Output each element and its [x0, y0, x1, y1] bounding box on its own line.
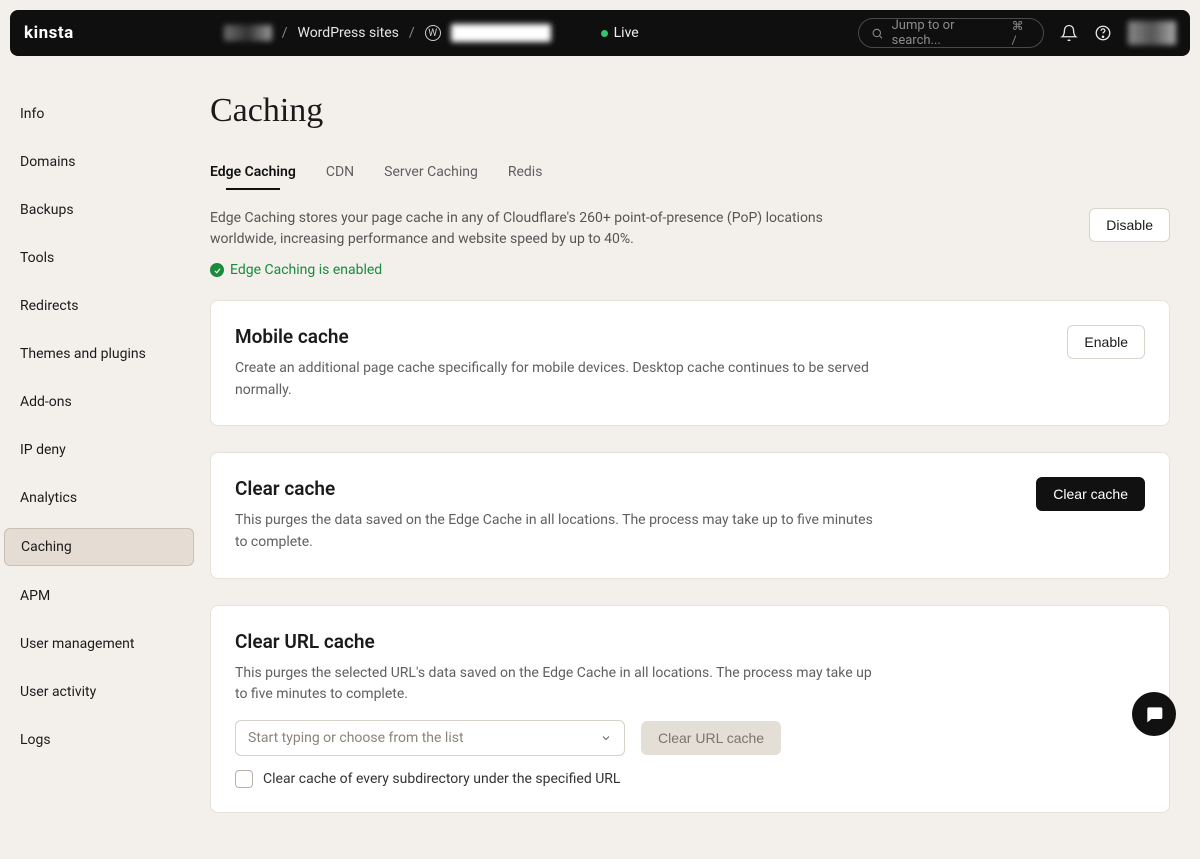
status-dot-icon	[601, 30, 608, 37]
clear-cache-button[interactable]: Clear cache	[1036, 477, 1145, 511]
check-circle-icon	[210, 263, 224, 277]
clear-url-cache-card: Clear URL cache This purges the selected…	[210, 605, 1170, 813]
sidebar-item-ip-deny[interactable]: IP deny	[4, 432, 194, 468]
mobile-cache-description: Create an additional page cache specific…	[235, 358, 875, 401]
tab-label: Redis	[508, 164, 543, 180]
subdirectory-checkbox-label: Clear cache of every subdirectory under …	[263, 771, 620, 787]
sidebar-item-label: Logs	[20, 732, 51, 748]
url-combobox-placeholder: Start typing or choose from the list	[248, 730, 464, 746]
sidebar-item-user-activity[interactable]: User activity	[4, 674, 194, 710]
chevron-down-icon	[600, 732, 612, 744]
sidebar-item-domains[interactable]: Domains	[4, 144, 194, 180]
environment-badge[interactable]: Live	[601, 25, 639, 41]
tab-label: Edge Caching	[210, 164, 296, 180]
sidebar-item-tools[interactable]: Tools	[4, 240, 194, 276]
sidebar-item-addons[interactable]: Add-ons	[4, 384, 194, 420]
wordpress-icon: W	[425, 25, 441, 41]
clear-url-cache-title: Clear URL cache	[235, 630, 1145, 653]
tab-label: CDN	[326, 164, 354, 180]
sidebar-item-label: User activity	[20, 684, 96, 700]
edge-caching-description: Edge Caching stores your page cache in a…	[210, 208, 850, 250]
main-content: Caching Edge Caching CDN Server Caching …	[198, 62, 1180, 859]
caching-tabs: Edge Caching CDN Server Caching Redis	[210, 160, 1170, 190]
breadcrumb-sites[interactable]: WordPress sites	[297, 25, 398, 41]
sidebar-item-label: Domains	[20, 154, 75, 170]
mobile-cache-card: Mobile cache Create an additional page c…	[210, 300, 1170, 426]
sidebar-item-label: IP deny	[20, 442, 66, 458]
tab-redis[interactable]: Redis	[508, 160, 543, 190]
clear-url-cache-description: This purges the selected URL's data save…	[235, 663, 875, 706]
tab-server-caching[interactable]: Server Caching	[384, 160, 478, 190]
topbar: kinsta / WordPress sites / W Live Jump t…	[10, 10, 1190, 56]
sidebar-item-backups[interactable]: Backups	[4, 192, 194, 228]
clear-url-cache-button[interactable]: Clear URL cache	[641, 721, 781, 755]
disable-edge-caching-button[interactable]: Disable	[1089, 208, 1170, 242]
breadcrumb-site-name[interactable]	[451, 24, 551, 42]
sidebar-item-label: User management	[20, 636, 134, 652]
help-icon	[1094, 24, 1112, 42]
sidebar-item-label: Analytics	[20, 490, 77, 506]
sidebar-item-label: Caching	[21, 539, 72, 555]
sidebar-item-themes-plugins[interactable]: Themes and plugins	[4, 336, 194, 372]
chat-launcher[interactable]	[1132, 692, 1176, 736]
sidebar-item-redirects[interactable]: Redirects	[4, 288, 194, 324]
clear-cache-title: Clear cache	[235, 477, 875, 500]
help-button[interactable]	[1094, 24, 1112, 42]
tab-edge-caching[interactable]: Edge Caching	[210, 160, 296, 190]
notifications-button[interactable]	[1060, 24, 1078, 42]
sidebar-item-apm[interactable]: APM	[4, 578, 194, 614]
search-icon	[871, 27, 884, 40]
sidebar-item-label: Themes and plugins	[20, 346, 146, 362]
search-shortcut: ⌘ /	[1012, 19, 1031, 47]
enable-mobile-cache-button[interactable]: Enable	[1067, 325, 1145, 359]
subdirectory-checkbox[interactable]	[235, 770, 253, 788]
logo[interactable]: kinsta	[24, 23, 74, 43]
sidebar-item-label: Tools	[20, 250, 54, 266]
status-text: Edge Caching is enabled	[230, 262, 382, 278]
sidebar: Info Domains Backups Tools Redirects The…	[0, 62, 198, 859]
account-menu[interactable]	[1128, 21, 1176, 45]
sidebar-item-label: Info	[20, 106, 44, 122]
sidebar-item-caching[interactable]: Caching	[4, 528, 194, 566]
search-placeholder: Jump to or search...	[892, 18, 1004, 48]
sidebar-item-label: Redirects	[20, 298, 79, 314]
breadcrumb-sep: /	[282, 25, 288, 41]
sidebar-item-label: Backups	[20, 202, 74, 218]
chat-icon	[1144, 704, 1164, 724]
breadcrumb-sep: /	[409, 25, 415, 41]
sidebar-item-logs[interactable]: Logs	[4, 722, 194, 758]
global-search[interactable]: Jump to or search... ⌘ /	[858, 18, 1044, 48]
breadcrumb: / WordPress sites / W	[224, 24, 551, 42]
sidebar-item-user-management[interactable]: User management	[4, 626, 194, 662]
breadcrumb-account[interactable]	[224, 25, 272, 41]
clear-cache-card: Clear cache This purges the data saved o…	[210, 452, 1170, 578]
clear-cache-description: This purges the data saved on the Edge C…	[235, 510, 875, 553]
sidebar-item-info[interactable]: Info	[4, 96, 194, 132]
bell-icon	[1060, 24, 1078, 42]
tab-label: Server Caching	[384, 164, 478, 180]
edge-caching-status: Edge Caching is enabled	[210, 262, 850, 278]
sidebar-item-label: APM	[20, 588, 50, 604]
mobile-cache-title: Mobile cache	[235, 325, 875, 348]
sidebar-item-analytics[interactable]: Analytics	[4, 480, 194, 516]
url-combobox[interactable]: Start typing or choose from the list	[235, 720, 625, 756]
sidebar-item-label: Add-ons	[20, 394, 72, 410]
environment-label: Live	[614, 25, 639, 41]
page-title: Caching	[210, 92, 1170, 130]
tab-cdn[interactable]: CDN	[326, 160, 354, 190]
